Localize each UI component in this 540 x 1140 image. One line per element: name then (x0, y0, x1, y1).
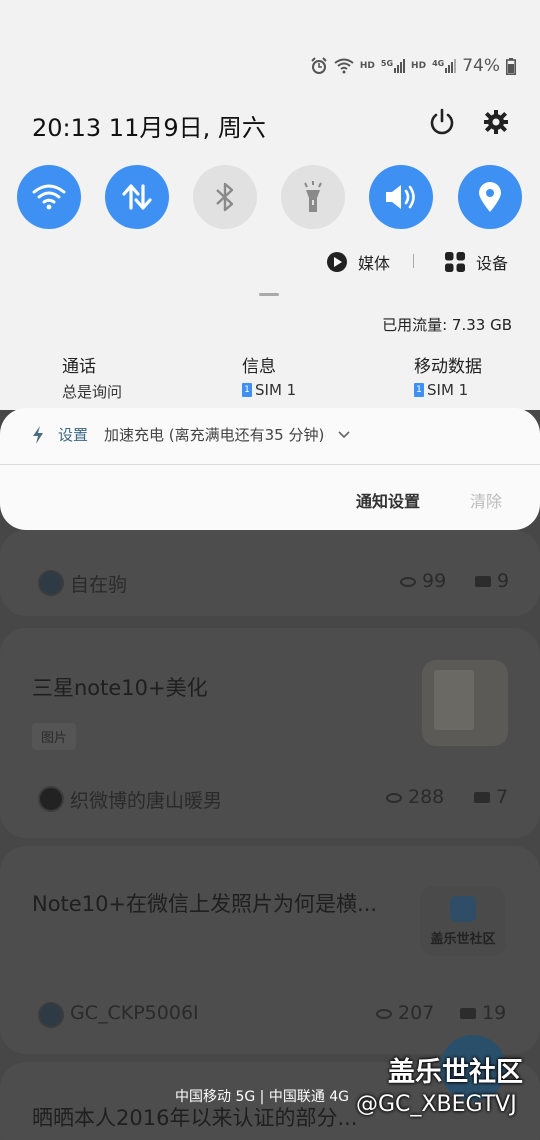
expand-handle[interactable] (259, 293, 279, 296)
flashlight-toggle[interactable] (281, 165, 345, 229)
bluetooth-toggle[interactable] (193, 165, 257, 229)
post-author: 自在驹 (70, 574, 128, 596)
avatar (38, 786, 64, 812)
battery-icon (506, 57, 516, 75)
status-bar: HD 5G HD 4G 74% (310, 56, 516, 76)
bluetooth-icon (216, 182, 234, 212)
flashlight-icon (304, 181, 322, 212)
comment-icon (474, 792, 490, 803)
charging-bolt-icon (33, 425, 43, 444)
sim-calls[interactable]: 通话 总是询问 (62, 352, 122, 402)
post-thumbnail (422, 660, 508, 746)
post-tag: 图片 (32, 723, 77, 750)
notification-settings-button[interactable]: 通知设置 (356, 488, 420, 512)
hd-badge: HD (411, 61, 427, 71)
comment-count: 7 (474, 786, 508, 808)
clear-button[interactable]: 清除 (470, 488, 502, 512)
devices-button[interactable]: 设备 (444, 250, 508, 274)
data-usage: 已用流量: 7.33 GB (382, 316, 512, 334)
devices-grid-icon (445, 252, 465, 272)
speaker-icon (386, 185, 415, 209)
eye-icon (400, 576, 416, 587)
battery-percent: 74% (462, 56, 500, 76)
alarm-icon (311, 57, 327, 74)
sim-value: 总是询问 (62, 383, 123, 401)
view-count: 288 (386, 786, 444, 808)
signal-2-icon: 4G (432, 59, 457, 73)
sim-mobile-data[interactable]: 移动数据 1 SIM 1 (414, 352, 482, 399)
wifi-status-icon (334, 58, 354, 74)
sim-value: SIM 1 (255, 381, 297, 399)
devices-label: 设备 (476, 254, 509, 273)
notification-card[interactable]: 设置 加速充电 (离充满电还有35 分钟) (0, 408, 540, 530)
watermark-handle: @GC_XBEGTVJ (356, 1092, 517, 1117)
sound-toggle[interactable] (369, 165, 433, 229)
comment-count: 9 (475, 570, 509, 592)
signal-1-icon: 5G (380, 59, 406, 73)
wifi-icon (32, 184, 66, 210)
clock-date[interactable]: 20:13 11月9日, 周六 (32, 108, 266, 143)
sim-badge-icon: 1 (414, 383, 424, 397)
thumbnail-caption: 盖乐世社区 (430, 932, 496, 947)
play-icon (327, 252, 347, 272)
sim-title: 通话 (62, 357, 96, 377)
sim-messages[interactable]: 信息 1 SIM 1 (242, 352, 296, 399)
sim-title: 移动数据 (414, 357, 482, 377)
hd-badge: HD (359, 61, 375, 71)
mobile-data-toggle[interactable] (105, 165, 169, 229)
post-author: GC_CKP5006I (70, 1002, 199, 1024)
quick-panel: HD 5G HD 4G 74% 20:13 11月9日, 周六 媒体 设备 已用… (0, 0, 540, 410)
sim-badge-icon: 1 (242, 383, 252, 397)
post-title: 三星note10+美化 (32, 676, 208, 700)
view-count: 99 (400, 570, 446, 592)
media-label: 媒体 (358, 254, 391, 273)
network-type: 5G (380, 59, 394, 68)
avatar (38, 570, 64, 596)
notification-text: 加速充电 (离充满电还有35 分钟) (104, 426, 325, 444)
avatar (38, 1002, 64, 1028)
wifi-toggle[interactable] (17, 165, 81, 229)
data-arrows-icon (122, 184, 152, 210)
comment-icon (475, 576, 491, 587)
settings-gear-icon[interactable] (480, 106, 512, 138)
media-output-button[interactable]: 媒体 (326, 250, 390, 274)
feed-card[interactable]: 三星note10+美化 图片 织微博的唐山暖男 288 7 (0, 628, 540, 838)
chevron-down-icon[interactable] (338, 430, 350, 439)
location-toggle[interactable] (458, 165, 522, 229)
post-title: 晒晒本人2016年以来认证的部分... (32, 1106, 358, 1130)
comment-count: 19 (460, 1002, 506, 1024)
post-author: 织微博的唐山暖男 (70, 790, 223, 812)
sim-title: 信息 (242, 357, 276, 377)
eye-icon (386, 792, 402, 803)
feed-card[interactable]: Note10+在微信上发照片为何是横... 盖乐世社区 GC_CKP5006I … (0, 846, 540, 1054)
divider (413, 254, 414, 268)
divider (0, 464, 540, 465)
network-type: 4G (432, 59, 445, 68)
notification-app: 设置 (58, 426, 89, 444)
location-pin-icon (479, 182, 501, 212)
post-title: Note10+在微信上发照片为何是横... (32, 892, 378, 916)
post-thumbnail: 盖乐世社区 (420, 886, 506, 956)
carrier-info: 中国移动 5G | 中国联通 4G (175, 1089, 350, 1105)
logo-icon (450, 896, 476, 922)
sim-value: SIM 1 (427, 381, 469, 399)
power-icon[interactable] (426, 106, 458, 138)
comment-icon (460, 1008, 476, 1019)
feed-card[interactable]: 自在驹 99 9 (0, 530, 540, 616)
view-count: 207 (376, 1002, 434, 1024)
eye-icon (376, 1008, 392, 1019)
watermark-brand: 盖乐世社区 (388, 1057, 523, 1088)
